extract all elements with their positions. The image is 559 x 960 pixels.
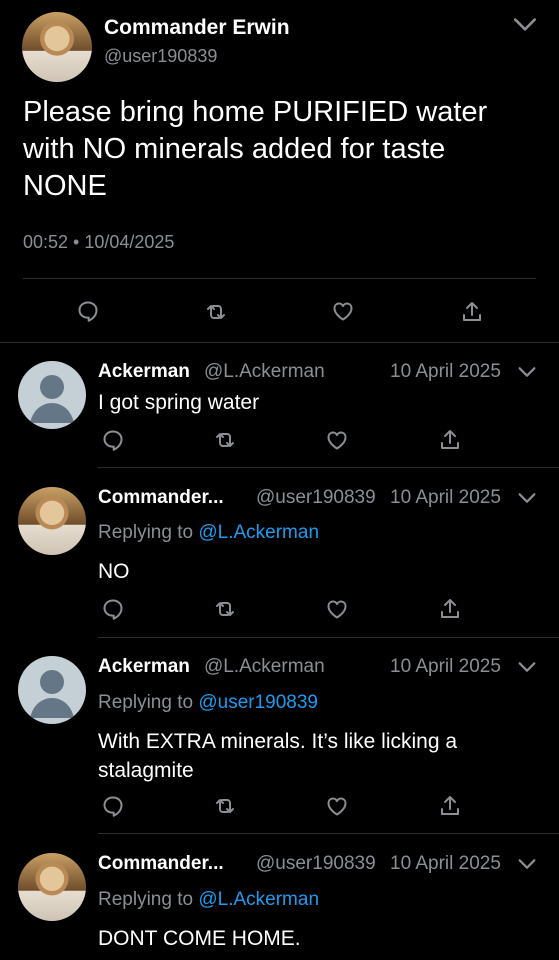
reply-divider — [98, 833, 559, 834]
replying-to-line: Replying to @L.Ackerman — [98, 889, 319, 911]
replying-to-prefix: Replying to — [98, 889, 194, 910]
reply-icon[interactable] — [101, 597, 125, 621]
retweet-icon[interactable] — [213, 428, 237, 452]
section-divider — [0, 342, 559, 343]
reply-author-handle[interactable]: @user190839 — [256, 853, 376, 875]
replying-to-handle[interactable]: @user190839 — [198, 692, 318, 713]
retweet-icon[interactable] — [213, 597, 237, 621]
replying-to-prefix: Replying to — [98, 522, 194, 543]
reply-avatar[interactable] — [18, 361, 86, 429]
reply-text: NO — [98, 560, 130, 583]
reply-avatar[interactable] — [18, 853, 86, 921]
reply-icon[interactable] — [76, 299, 100, 323]
reply-author-name[interactable]: Commander... — [98, 853, 224, 875]
reply-date: 10 April 2025 — [390, 487, 501, 508]
reply-date: 10 April 2025 — [390, 361, 501, 382]
reply-date: 10 April 2025 — [390, 656, 501, 677]
reply-text: With EXTRA minerals. It’s like licking a… — [98, 730, 458, 782]
like-icon[interactable] — [325, 794, 349, 818]
share-icon[interactable] — [438, 428, 462, 452]
main-divider — [23, 278, 536, 279]
main-author-handle[interactable]: @user190839 — [104, 46, 217, 67]
reply-icon[interactable] — [101, 428, 125, 452]
chevron-down-icon[interactable] — [512, 12, 538, 38]
reply-text: I got spring water — [98, 391, 260, 414]
replying-to-line: Replying to @L.Ackerman — [98, 522, 319, 544]
chevron-down-icon[interactable] — [516, 853, 538, 880]
main-tweet-timestamp: 00:52 • 10/04/2025 — [23, 232, 175, 252]
reply-author-name[interactable]: Ackerman — [98, 656, 190, 678]
chevron-down-icon[interactable] — [516, 361, 538, 388]
reply-date: 10 April 2025 — [390, 853, 501, 874]
reply-avatar[interactable] — [18, 487, 86, 555]
reply-avatar[interactable] — [18, 656, 86, 724]
like-icon[interactable] — [325, 428, 349, 452]
replying-to-line: Replying to @user190839 — [98, 692, 318, 714]
reply-author-handle[interactable]: @user190839 — [256, 487, 376, 509]
replying-to-handle[interactable]: @L.Ackerman — [198, 889, 319, 910]
main-avatar[interactable] — [22, 12, 92, 82]
retweet-icon[interactable] — [204, 300, 228, 324]
reply-author-name[interactable]: Commander... — [98, 487, 224, 509]
share-icon[interactable] — [460, 300, 484, 324]
retweet-icon[interactable] — [213, 794, 237, 818]
main-author-name[interactable]: Commander Erwin — [104, 16, 290, 40]
like-icon[interactable] — [325, 597, 349, 621]
like-icon[interactable] — [331, 299, 355, 323]
chevron-down-icon[interactable] — [516, 656, 538, 683]
reply-author-handle[interactable]: @L.Ackerman — [204, 361, 325, 383]
reply-divider — [98, 467, 559, 468]
reply-author-name[interactable]: Ackerman — [98, 361, 190, 383]
main-tweet-text: Please bring home PURIFIED water with NO… — [23, 96, 488, 202]
replying-to-handle[interactable]: @L.Ackerman — [198, 522, 319, 543]
reply-author-handle[interactable]: @L.Ackerman — [204, 656, 325, 678]
share-icon[interactable] — [438, 794, 462, 818]
reply-divider — [98, 637, 559, 638]
chevron-down-icon[interactable] — [516, 487, 538, 514]
share-icon[interactable] — [438, 597, 462, 621]
replying-to-prefix: Replying to — [98, 692, 194, 713]
reply-text: DONT COME HOME. — [98, 927, 301, 950]
reply-icon[interactable] — [101, 794, 125, 818]
